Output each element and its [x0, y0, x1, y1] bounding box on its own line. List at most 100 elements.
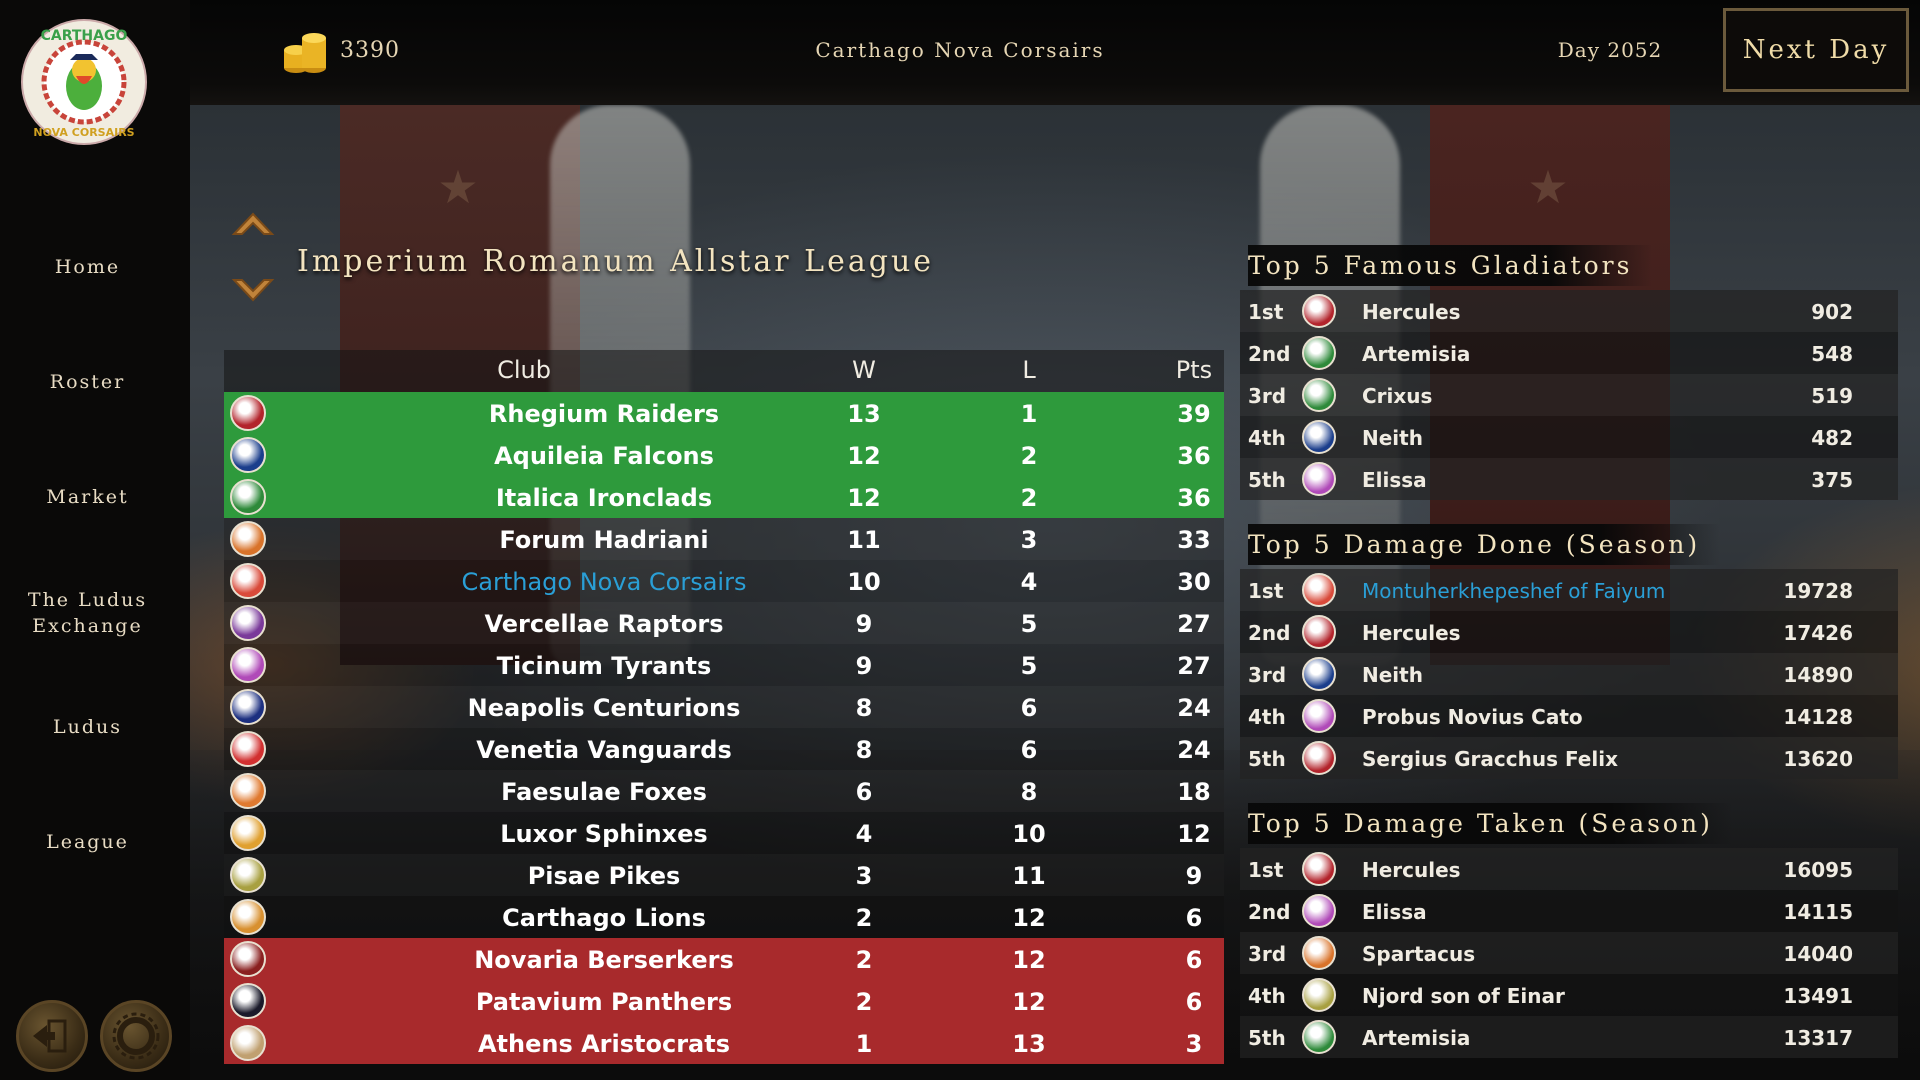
damage-taken-list: 1st Hercules 16095 2nd Elissa 14115 3rd Spartac…	[1240, 848, 1898, 1058]
club-name-cell[interactable]: Neapolis Centurions	[354, 694, 854, 722]
list-item[interactable]: 2nd Elissa 14115	[1240, 890, 1898, 932]
gladiator-name[interactable]: Artemisia	[1362, 342, 1470, 366]
nav-league[interactable]: League	[0, 829, 175, 855]
list-item[interactable]: 3rd Spartacus 14040	[1240, 932, 1898, 974]
league-up-arrow-icon[interactable]	[230, 204, 276, 244]
list-item[interactable]: 2nd Artemisia 548	[1240, 332, 1898, 374]
table-row[interactable]: Aquileia Falcons 12 2 36	[224, 434, 1224, 476]
rank-label: 2nd	[1248, 621, 1291, 645]
club-badge-icon	[230, 941, 266, 977]
points-cell: 36	[1177, 442, 1211, 470]
header-wins: W	[852, 356, 876, 384]
club-badge-icon	[230, 899, 266, 935]
club-name-cell[interactable]: Patavium Panthers	[354, 988, 854, 1016]
gladiator-name[interactable]: Hercules	[1362, 300, 1461, 324]
gladiator-name[interactable]: Montuherkhepeshef of Faiyum	[1362, 579, 1665, 603]
table-row[interactable]: Novaria Berserkers 2 12 6	[224, 938, 1224, 980]
nav-home[interactable]: Home	[0, 254, 175, 280]
header-club: Club	[497, 356, 551, 384]
list-item[interactable]: 4th Njord son of Einar 13491	[1240, 974, 1898, 1016]
stat-value: 375	[1811, 468, 1853, 492]
list-item[interactable]: 5th Artemisia 13317	[1240, 1016, 1898, 1058]
nav-roster[interactable]: Roster	[0, 369, 175, 395]
stat-value: 13491	[1783, 984, 1853, 1008]
list-item[interactable]: 5th Sergius Gracchus Felix 13620	[1240, 737, 1898, 779]
losses-cell: 3	[1020, 526, 1038, 554]
club-badge-icon	[230, 1025, 266, 1061]
table-header: Club W L Pts	[224, 350, 1224, 392]
nav-ludus-exchange[interactable]: The Ludus Exchange	[0, 587, 175, 639]
nav-market[interactable]: Market	[0, 484, 175, 510]
list-item[interactable]: 3rd Neith 14890	[1240, 653, 1898, 695]
table-row[interactable]: Athens Aristocrats 1 13 3	[224, 1022, 1224, 1064]
rank-label: 4th	[1248, 705, 1286, 729]
club-name-cell[interactable]: Vercellae Raptors	[354, 610, 854, 638]
club-name-cell[interactable]: Ticinum Tyrants	[354, 652, 854, 680]
club-name-cell[interactable]: Venetia Vanguards	[354, 736, 854, 764]
club-name-cell[interactable]: Pisae Pikes	[354, 862, 854, 890]
gladiator-name[interactable]: Sergius Gracchus Felix	[1362, 747, 1618, 771]
list-item[interactable]: 1st Hercules 16095	[1240, 848, 1898, 890]
club-name-cell[interactable]: Italica Ironclads	[354, 484, 854, 512]
next-day-button[interactable]: Next Day	[1723, 8, 1909, 92]
club-name-cell[interactable]: Aquileia Falcons	[354, 442, 854, 470]
gladiator-name[interactable]: Njord son of Einar	[1362, 984, 1565, 1008]
settings-button[interactable]	[100, 1000, 172, 1072]
club-name-cell[interactable]: Novaria Berserkers	[354, 946, 854, 974]
losses-cell: 12	[1012, 904, 1046, 932]
table-row[interactable]: Venetia Vanguards 8 6 24	[224, 728, 1224, 770]
table-row[interactable]: Italica Ironclads 12 2 36	[224, 476, 1224, 518]
table-row[interactable]: Forum Hadriani 11 3 33	[224, 518, 1224, 560]
gladiator-badge-icon	[1302, 462, 1336, 496]
gold-coins-icon	[284, 33, 326, 73]
gladiator-name[interactable]: Probus Novius Cato	[1362, 705, 1583, 729]
table-row[interactable]: Ticinum Tyrants 9 5 27	[224, 644, 1224, 686]
list-item[interactable]: 3rd Crixus 519	[1240, 374, 1898, 416]
losses-cell: 11	[1012, 862, 1046, 890]
table-row[interactable]: Patavium Panthers 2 12 6	[224, 980, 1224, 1022]
list-item[interactable]: 4th Probus Novius Cato 14128	[1240, 695, 1898, 737]
rank-label: 4th	[1248, 426, 1286, 450]
gladiator-name[interactable]: Neith	[1362, 663, 1423, 687]
club-name-cell[interactable]: Forum Hadriani	[354, 526, 854, 554]
nav-ludus[interactable]: Ludus	[0, 714, 175, 740]
league-down-arrow-icon[interactable]	[230, 270, 276, 310]
gladiator-badge-icon	[1302, 420, 1336, 454]
club-name-cell[interactable]: Carthago Lions	[354, 904, 854, 932]
rank-label: 3rd	[1248, 942, 1287, 966]
gladiator-name[interactable]: Spartacus	[1362, 942, 1475, 966]
gladiator-name[interactable]: Neith	[1362, 426, 1423, 450]
list-item[interactable]: 4th Neith 482	[1240, 416, 1898, 458]
gladiator-name[interactable]: Artemisia	[1362, 1026, 1470, 1050]
club-name-cell[interactable]: Athens Aristocrats	[354, 1030, 854, 1058]
list-item[interactable]: 5th Elissa 375	[1240, 458, 1898, 500]
gladiator-name[interactable]: Elissa	[1362, 468, 1427, 492]
list-item[interactable]: 1st Montuherkhepeshef of Faiyum 19728	[1240, 569, 1898, 611]
table-row[interactable]: Luxor Sphinxes 4 10 12	[224, 812, 1224, 854]
table-row[interactable]: Carthago Nova Corsairs 10 4 30	[224, 560, 1224, 602]
club-name-cell[interactable]: Faesulae Foxes	[354, 778, 854, 806]
table-row[interactable]: Pisae Pikes 3 11 9	[224, 854, 1224, 896]
table-row[interactable]: Neapolis Centurions 8 6 24	[224, 686, 1224, 728]
gladiator-name[interactable]: Crixus	[1362, 384, 1432, 408]
gladiator-name[interactable]: Hercules	[1362, 858, 1461, 882]
wins-cell: 8	[855, 694, 873, 722]
list-item[interactable]: 2nd Hercules 17426	[1240, 611, 1898, 653]
club-name-cell[interactable]: Rhegium Raiders	[354, 400, 854, 428]
gladiator-badge-icon	[1302, 894, 1336, 928]
gladiator-name[interactable]: Elissa	[1362, 900, 1427, 924]
table-row[interactable]: Faesulae Foxes 6 8 18	[224, 770, 1224, 812]
club-name-cell[interactable]: Luxor Sphinxes	[354, 820, 854, 848]
losses-cell: 5	[1020, 610, 1038, 638]
losses-cell: 8	[1020, 778, 1038, 806]
list-item[interactable]: 1st Hercules 902	[1240, 290, 1898, 332]
club-name-cell[interactable]: Carthago Nova Corsairs	[354, 568, 854, 596]
table-row[interactable]: Carthago Lions 2 12 6	[224, 896, 1224, 938]
exit-button[interactable]	[16, 1000, 88, 1072]
exit-door-icon	[33, 1019, 67, 1053]
table-row[interactable]: Vercellae Raptors 9 5 27	[224, 602, 1224, 644]
damage-taken-panel-title: Top 5 Damage Taken (Season)	[1248, 803, 1733, 844]
gladiator-badge-icon	[1302, 378, 1336, 412]
gladiator-name[interactable]: Hercules	[1362, 621, 1461, 645]
table-row[interactable]: Rhegium Raiders 13 1 39	[224, 392, 1224, 434]
